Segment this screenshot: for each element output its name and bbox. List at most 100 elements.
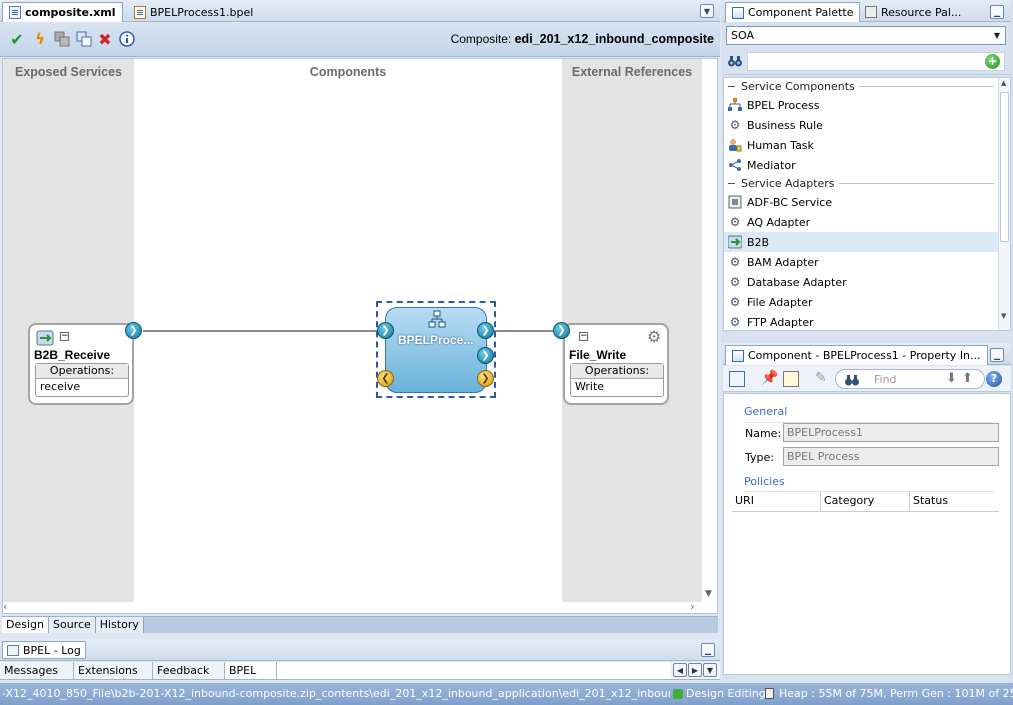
pencil-icon[interactable]: ✎ <box>815 370 827 386</box>
help-icon[interactable]: ? <box>986 371 1002 387</box>
palette-item-file-adapter[interactable]: ⚙ File Adapter <box>724 292 1010 312</box>
delete-x-icon[interactable]: ✖ <box>96 30 114 49</box>
copy-icon[interactable] <box>53 30 71 48</box>
tab-resource-palette[interactable]: Resource Pal... <box>859 2 967 22</box>
section-header[interactable]: Service Components <box>724 78 1010 95</box>
type-field[interactable]: BPEL Process <box>783 447 999 466</box>
minimize-properties-icon[interactable]: ▁ <box>990 348 1004 362</box>
item-label: Database Adapter <box>747 275 847 289</box>
property-toolbar: 📌 ✎ Find ⬇ ⬆ ? <box>723 366 1011 392</box>
scroll-right-icon[interactable]: ▶ <box>688 663 702 677</box>
scroll-down-icon[interactable]: ▼ <box>705 589 717 601</box>
palette-item-adf-bc-service[interactable]: ADF-BC Service <box>724 192 1010 212</box>
property-inspector-header: Component - BPELProcess1 - Property In..… <box>723 343 1011 365</box>
log-tab-messages[interactable]: Messages <box>0 662 74 679</box>
item-label: B2B <box>747 235 770 249</box>
collapse-icon[interactable]: − <box>60 332 69 341</box>
validate-checkmark-icon[interactable]: ✔ <box>8 30 26 49</box>
scroll-left-icon[interactable]: ◀ <box>673 663 687 677</box>
palette-item-human-task[interactable]: Human Task <box>724 135 1010 155</box>
palette-item-bpel-process[interactable]: BPEL Process <box>724 95 1010 115</box>
palette-category-select[interactable]: SOA ▼ <box>726 26 1006 45</box>
log-tab-extensions[interactable]: Extensions <box>74 662 153 679</box>
column-category[interactable]: Category <box>821 492 910 511</box>
column-uri[interactable]: URI <box>732 492 821 511</box>
tab-bpel-file[interactable]: BPELProcess1.bpel <box>128 2 259 22</box>
bpel-outbound-chevron-icon[interactable]: ❯ <box>477 322 494 339</box>
tab-design[interactable]: Design <box>2 617 49 633</box>
service-b2b-receive[interactable]: − B2B_Receive Operations: receive <box>28 323 134 405</box>
palette-search-input[interactable] <box>747 52 1005 71</box>
item-label: Business Rule <box>747 118 823 132</box>
scrollbar-thumb[interactable] <box>1000 92 1009 242</box>
column-status[interactable]: Status <box>910 492 999 511</box>
operations-header: Operations: <box>36 364 128 379</box>
bpel-process-icon <box>428 310 446 328</box>
operations-box: Operations: receive <box>35 363 129 397</box>
log-title-tab[interactable]: BPEL - Log <box>2 641 86 659</box>
scroll-left-icon[interactable]: ‹ <box>3 600 15 613</box>
status-heap: Heap : 55M of 75M, Perm Gen : 101M of 25… <box>765 687 1013 700</box>
collapse-icon[interactable]: − <box>579 332 588 341</box>
tab-label: Component Palette <box>748 6 854 19</box>
composite-name: edi_201_x12_inbound_composite <box>514 32 714 46</box>
tab-list-dropdown-icon[interactable]: ▼ <box>700 4 714 18</box>
chevron-down-icon[interactable]: ▼ <box>989 27 1005 44</box>
edit-properties-icon[interactable] <box>783 371 799 387</box>
section-header[interactable]: Service Adapters <box>724 175 1010 192</box>
service-outbound-chevron-icon[interactable]: ❯ <box>125 322 142 339</box>
property-inspector-tab[interactable]: Component - BPELProcess1 - Property In..… <box>725 345 988 365</box>
design-editing-icon <box>673 688 683 699</box>
operation-receive[interactable]: receive <box>36 379 128 396</box>
test-lightning-icon[interactable]: ϟ <box>31 30 49 48</box>
log-tab-bpel[interactable]: BPEL <box>225 662 277 679</box>
item-label: BAM Adapter <box>747 255 819 269</box>
operation-write[interactable]: Write <box>571 379 663 396</box>
palette-item-business-rule[interactable]: ⚙ Business Rule <box>724 115 1010 135</box>
palette-item-b2b[interactable]: B2B <box>724 232 1010 252</box>
palette-item-ftp-adapter[interactable]: ⚙ FTP Adapter <box>724 312 1010 330</box>
reference-inbound-chevron-icon[interactable]: ❯ <box>553 322 570 339</box>
palette-item-database-adapter[interactable]: ⚙ Database Adapter <box>724 272 1010 292</box>
add-icon[interactable]: + <box>985 54 1000 69</box>
palette-item-aq-adapter[interactable]: ⚙ AQ Adapter <box>724 212 1010 232</box>
minimize-log-icon[interactable]: ▁ <box>701 643 715 657</box>
minimize-palette-icon[interactable]: ▁ <box>990 5 1004 19</box>
bpel-callback-right-icon[interactable]: ❯ <box>477 370 494 387</box>
tab-source[interactable]: Source <box>48 617 96 633</box>
find-input[interactable]: Find ⬇ ⬆ <box>835 369 985 389</box>
tab-composite-xml[interactable]: composite.xml <box>2 2 123 22</box>
trash-icon[interactable] <box>765 688 774 699</box>
bpel-callback-left-icon[interactable]: ❮ <box>377 370 394 387</box>
reference-file-write[interactable]: − ⚙ File_Write Operations: Write <box>563 323 669 405</box>
tab-list-icon[interactable]: ▼ <box>703 663 717 677</box>
select-node-icon[interactable] <box>729 371 745 387</box>
name-field[interactable]: BPELProcess1 <box>783 423 999 442</box>
find-next-arrow-icon[interactable]: ⬇ <box>946 371 957 386</box>
log-tab-spacer <box>277 662 670 679</box>
bpel-outbound2-chevron-icon[interactable]: ❯ <box>477 347 494 364</box>
palette-item-mediator[interactable]: Mediator <box>724 155 1010 175</box>
log-tab-feedback[interactable]: Feedback <box>153 662 225 679</box>
collapse-dash-icon <box>728 183 735 184</box>
tab-history[interactable]: History <box>95 617 144 633</box>
operations-header: Operations: <box>571 364 663 379</box>
binoculars-icon[interactable] <box>727 54 743 68</box>
find-previous-arrow-icon[interactable]: ⬆ <box>962 371 973 386</box>
scroll-down-icon[interactable]: ▼ <box>1001 312 1006 320</box>
palette-item-bam-adapter[interactable]: ⚙ BAM Adapter <box>724 252 1010 272</box>
bpel-inbound-chevron-icon[interactable]: ❯ <box>377 322 394 339</box>
bpel-component[interactable]: BPELProce... <box>385 307 487 393</box>
composite-canvas[interactable]: Exposed Services Components External Ref… <box>2 58 718 614</box>
scroll-right-icon[interactable]: › <box>690 600 702 613</box>
palette-scrollbar[interactable]: ▲ ▼ <box>998 78 1010 330</box>
layout-icon[interactable] <box>75 30 93 48</box>
pin-icon[interactable]: 📌 <box>761 370 778 386</box>
info-icon[interactable] <box>118 30 136 48</box>
bpel-process-icon <box>728 98 742 112</box>
mediator-icon <box>728 158 742 172</box>
editor-bottom-tabs: Design Source History <box>2 616 718 633</box>
tab-component-palette[interactable]: Component Palette <box>725 2 861 22</box>
scroll-up-icon[interactable]: ▲ <box>1001 79 1006 87</box>
name-label: Name: <box>745 427 782 440</box>
